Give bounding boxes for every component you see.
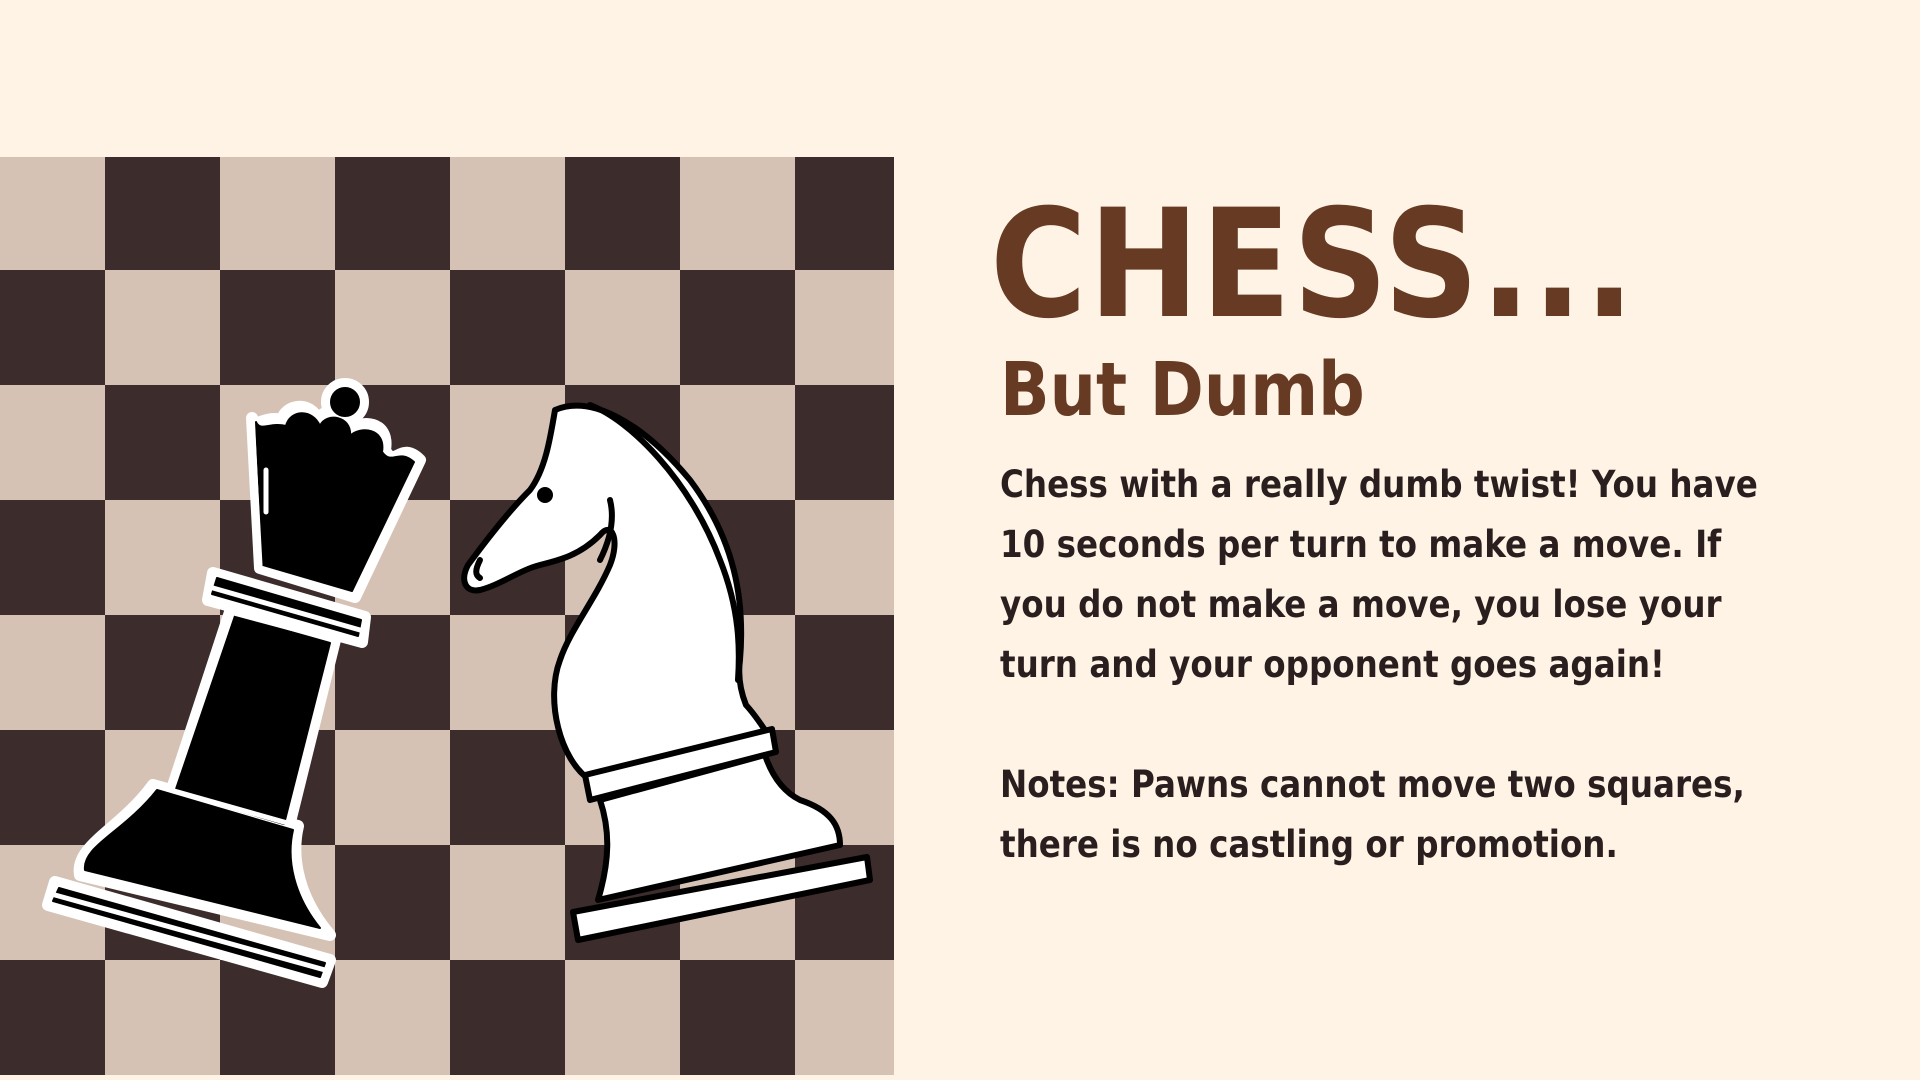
chess-pieces-illustration [42,378,873,988]
white-knight-icon [461,402,873,943]
game-description: Chess with a really dumb twist! You have… [1000,463,1758,686]
text-panel: CHESS... But Dumb Chess with a really du… [990,190,1870,875]
game-notes: Notes: Pawns cannot move two squares, th… [1000,763,1745,866]
page-title: CHESS... [990,178,1637,352]
black-queen-icon [42,378,426,988]
page-subtitle: But Dumb [1000,347,1365,433]
